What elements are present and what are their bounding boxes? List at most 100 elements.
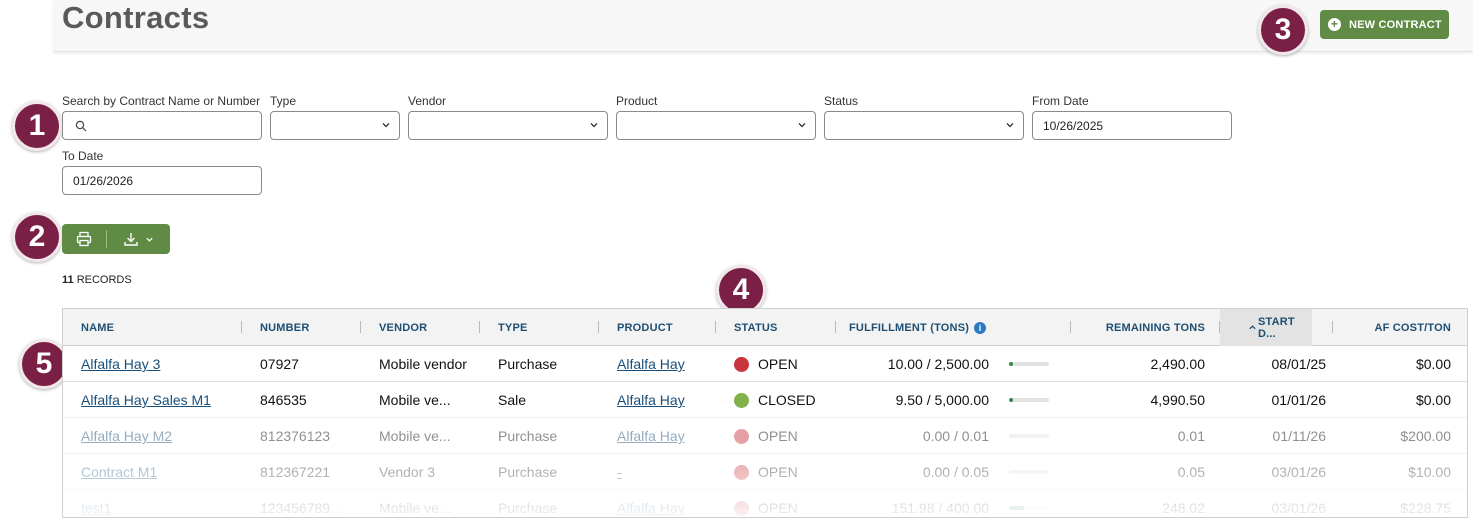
table-row[interactable]: test1 123456789... Mobile ve... Purchase Alf… <box>63 490 1467 517</box>
to-date-input[interactable]: 01/26/2026 <box>62 166 262 195</box>
status-dot-icon <box>734 428 749 444</box>
contract-name-link[interactable]: Alfalfa Hay 3 <box>81 356 160 372</box>
chevron-down-icon <box>798 123 806 128</box>
col-header-type[interactable]: TYPE <box>498 309 528 346</box>
type-select[interactable] <box>270 111 400 140</box>
col-header-status[interactable]: STATUS <box>734 309 778 346</box>
af-cost: $200.00 <box>1400 428 1451 444</box>
fulfillment-progress-bar <box>1009 506 1049 510</box>
col-header-start-date[interactable]: START D... <box>1220 309 1312 346</box>
status-cell: OPEN <box>734 346 798 382</box>
col-divider[interactable] <box>479 321 480 333</box>
download-button[interactable] <box>107 224 170 254</box>
col-divider[interactable] <box>835 321 836 333</box>
col-header-name[interactable]: NAME <box>81 309 114 346</box>
chevron-down-icon <box>590 123 598 128</box>
status-dot-icon <box>734 392 749 408</box>
contract-vendor: Vendor 3 <box>379 464 436 480</box>
status-select[interactable] <box>824 111 1024 140</box>
step-badge-3: 3 <box>1258 5 1308 55</box>
contract-vendor: Mobile ve... <box>379 500 451 516</box>
col-header-start-date-label: START D... <box>1258 315 1295 340</box>
remaining-tons: 0.05 <box>1177 464 1205 480</box>
remaining-tons: 248.02 <box>1162 500 1205 516</box>
contract-type: Sale <box>498 392 527 408</box>
col-divider[interactable] <box>1332 321 1333 333</box>
contract-vendor: Mobile ve... <box>379 392 451 408</box>
chevron-down-icon <box>1006 123 1014 128</box>
download-icon <box>124 233 138 246</box>
product-link[interactable]: Alfalfa Hay <box>617 428 685 444</box>
product-link[interactable]: Alfalfa Hay <box>617 500 685 516</box>
remaining-tons: 2,490.00 <box>1150 356 1206 372</box>
fulfillment-value: 0.00 / 0.01 <box>922 428 989 444</box>
vendor-select[interactable] <box>408 111 608 140</box>
contract-name-link[interactable]: Contract M1 <box>81 464 157 480</box>
product-link[interactable]: Alfalfa Hay <box>617 356 685 372</box>
product-link[interactable]: Alfalfa Hay <box>617 392 685 408</box>
af-cost: $10.00 <box>1408 464 1451 480</box>
fulfillment-value: 151.98 / 400.00 <box>891 500 989 516</box>
table-row[interactable]: Alfalfa Hay Sales M1 846535 Mobile ve... Sa… <box>63 382 1467 418</box>
from-date-label: From Date <box>1032 94 1089 108</box>
records-count: 11 RECORDS <box>62 274 132 286</box>
status-dot-icon <box>734 356 749 372</box>
table-row[interactable]: Alfalfa Hay M2 812376123 Mobile ve... Purch… <box>63 418 1467 454</box>
start-date: 03/01/26 <box>1271 500 1327 516</box>
col-header-vendor[interactable]: VENDOR <box>379 309 427 346</box>
contract-vendor: Mobile ve... <box>379 428 451 444</box>
from-date-input[interactable]: 10/26/2025 <box>1032 111 1232 140</box>
status-text: OPEN <box>758 356 798 372</box>
fulfillment-progress-bar <box>1009 470 1049 474</box>
contract-type: Purchase <box>498 500 558 516</box>
info-icon[interactable]: i <box>974 321 987 334</box>
status-dot-icon <box>734 464 749 480</box>
contract-type: Purchase <box>498 356 558 372</box>
af-cost: $0.00 <box>1415 392 1451 408</box>
contract-name-link[interactable]: Alfalfa Hay Sales M1 <box>81 392 211 408</box>
col-header-af-cost[interactable]: AF COST/TON <box>1343 309 1451 346</box>
product-link[interactable]: - <box>617 464 622 480</box>
new-contract-label: NEW CONTRACT <box>1349 18 1442 31</box>
start-date: 01/01/26 <box>1271 392 1327 408</box>
print-button[interactable] <box>62 224 106 254</box>
start-date: 03/01/26 <box>1271 464 1327 480</box>
contract-number: 812376123 <box>260 428 331 444</box>
status-cell: OPEN <box>734 490 798 517</box>
col-header-remaining[interactable]: REMAINING TONS <box>1083 309 1205 346</box>
fulfillment-progress-bar <box>1009 398 1049 402</box>
export-toolbar <box>62 224 170 254</box>
col-header-fulfillment[interactable]: FULFILLMENT (TONS) i <box>849 309 987 346</box>
af-cost: $0.00 <box>1415 356 1451 372</box>
col-header-number[interactable]: NUMBER <box>260 309 309 346</box>
col-divider[interactable] <box>715 321 716 333</box>
table-header: NAME NUMBER VENDOR TYPE PRODUCT STATUS F… <box>63 309 1467 346</box>
product-select[interactable] <box>616 111 816 140</box>
af-cost: $228.75 <box>1400 500 1451 516</box>
col-divider[interactable] <box>598 321 599 333</box>
status-dot-icon <box>734 500 749 516</box>
start-date: 01/11/26 <box>1272 428 1326 444</box>
fulfillment-progress-bar <box>1009 362 1049 366</box>
contracts-table: NAME NUMBER VENDOR TYPE PRODUCT STATUS F… <box>62 308 1468 518</box>
contract-vendor: Mobile vendor <box>379 356 467 372</box>
contract-number: 07927 <box>260 356 299 372</box>
fulfillment-progress-bar <box>1009 434 1049 438</box>
fulfillment-progress-fill <box>1009 362 1013 366</box>
search-input[interactable] <box>62 111 262 140</box>
contract-number: 812367221 <box>260 464 331 480</box>
remaining-tons: 4,990.50 <box>1150 392 1206 408</box>
col-divider[interactable] <box>241 321 242 333</box>
contract-name-link[interactable]: Alfalfa Hay M2 <box>81 428 172 444</box>
status-text: OPEN <box>758 500 798 516</box>
col-divider[interactable] <box>1070 321 1071 333</box>
product-label: Product <box>616 94 658 108</box>
status-cell: CLOSED <box>734 382 816 418</box>
type-label: Type <box>270 94 297 108</box>
col-header-product[interactable]: PRODUCT <box>617 309 673 346</box>
new-contract-button[interactable]: + NEW CONTRACT <box>1320 10 1449 39</box>
contract-name-link[interactable]: test1 <box>81 500 111 516</box>
table-row[interactable]: Alfalfa Hay 3 07927 Mobile vendor Purchase A… <box>63 346 1467 382</box>
table-row[interactable]: Contract M1 812367221 Vendor 3 Purchase - OPE… <box>63 454 1467 490</box>
col-divider[interactable] <box>360 321 361 333</box>
